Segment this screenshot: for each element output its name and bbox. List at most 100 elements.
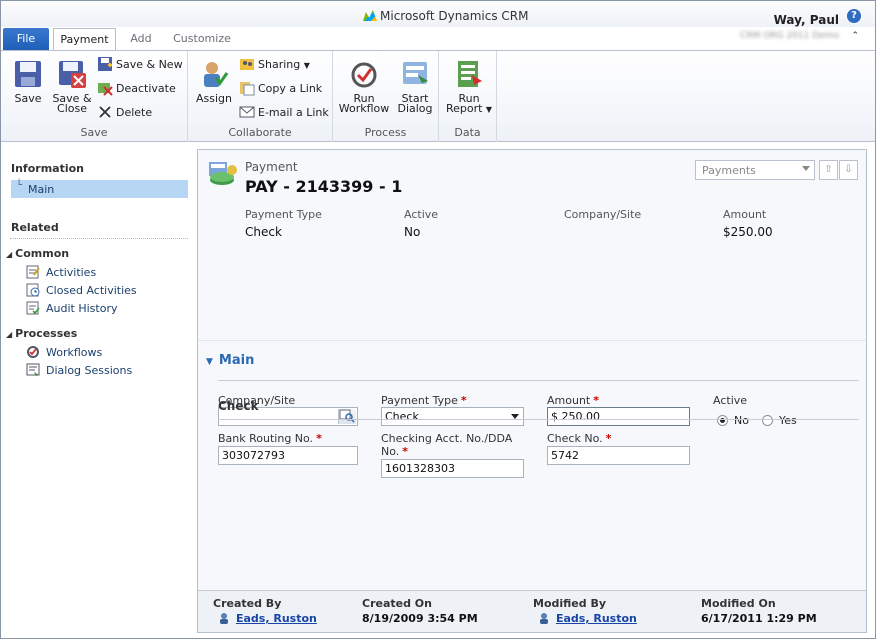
checking-acct-label-text: Checking Acct. No./DDA No. (381, 432, 513, 458)
delete-button[interactable]: Delete (97, 103, 152, 123)
down-arrow-icon: ⇩ (844, 164, 853, 175)
required-marker: * (316, 432, 322, 445)
save-new-button[interactable]: Save & New (97, 55, 183, 75)
check-section-title: Check (218, 399, 259, 413)
deactivate-label: Deactivate (116, 82, 176, 95)
header-payment-type-value: Check (245, 225, 282, 239)
run-workflow-button[interactable]: Run Workflow (337, 59, 391, 114)
nav-audit-history-label: Audit History (46, 302, 118, 315)
run-workflow-icon (351, 62, 377, 88)
run-report-dropdown-icon: ▼ (485, 105, 493, 114)
deactivate-icon (98, 83, 113, 96)
header-amount-value: $250.00 (723, 225, 773, 239)
sharing-button[interactable]: Sharing ▼ (239, 55, 310, 75)
nav-item-closed-activities[interactable]: Closed Activities (26, 283, 137, 297)
section-divider (218, 380, 859, 381)
checking-acct-input[interactable]: 1601328303 (381, 459, 524, 478)
up-arrow-icon: ⇧ (824, 164, 833, 175)
nav-item-workflows[interactable]: Workflows (26, 345, 102, 359)
copy-link-icon (240, 82, 255, 96)
data-group: Run Report ▼ Data (439, 51, 497, 142)
run-report-text: Run Report (445, 92, 483, 115)
run-workflow-label: Run Workflow (338, 92, 390, 115)
view-selector-value: Payments (702, 164, 756, 177)
header-active-label: Active (404, 208, 439, 221)
activities-icon (26, 265, 40, 279)
tab-add[interactable]: Add (119, 28, 163, 50)
nav-common-header[interactable]: ◢ Common (6, 247, 69, 260)
nav-item-dialog-sessions[interactable]: Dialog Sessions (26, 363, 132, 377)
save-label: Save (14, 92, 42, 105)
tab-payment[interactable]: Payment (53, 28, 116, 50)
assign-button[interactable]: Assign (195, 59, 233, 104)
email-link-button[interactable]: E-mail a Link (239, 103, 329, 123)
next-record-button[interactable]: ⇩ (839, 160, 858, 180)
tab-customize[interactable]: Customize (163, 28, 241, 50)
deactivate-button[interactable]: Deactivate (97, 79, 176, 99)
view-selector[interactable]: Payments (695, 160, 815, 180)
required-marker: * (460, 394, 467, 407)
sharing-label: Sharing (258, 58, 301, 71)
brand: Microsoft Dynamics CRM (363, 9, 528, 23)
expanded-triangle-icon: ▼ (206, 357, 213, 367)
record-form: Payment PAY - 2143399 - 1 Payments ⇧ ⇩ P… (197, 149, 867, 633)
modified-on-label: Modified On (701, 597, 776, 610)
nav-item-activities[interactable]: Activities (26, 265, 96, 279)
sharing-dropdown-icon: ▼ (303, 61, 310, 70)
start-dialog-button[interactable]: Start Dialog (393, 59, 437, 114)
copy-link-button[interactable]: Copy a Link (239, 79, 322, 99)
checking-acct-label: Checking Acct. No./DDA No. * (381, 432, 531, 458)
modified-by-label: Modified By (533, 597, 607, 610)
nav-item-audit-history[interactable]: Audit History (26, 301, 117, 315)
save-group-label: Save (80, 126, 108, 139)
checking-acct-value: 1601328303 (385, 462, 455, 475)
header-amount-label: Amount (723, 208, 767, 221)
save-new-icon (98, 57, 112, 71)
assign-icon (204, 62, 229, 87)
help-icon[interactable]: ? (847, 9, 861, 23)
active-radio-yes[interactable]: Yes (762, 414, 797, 427)
assign-label: Assign (196, 92, 232, 105)
required-marker: * (402, 445, 409, 458)
save-close-button[interactable]: Save & Close (51, 59, 93, 114)
nav-processes-header[interactable]: ◢ Processes (6, 327, 77, 340)
modified-by-link[interactable]: Eads, Ruston (538, 612, 637, 625)
bank-routing-input[interactable]: 303072793 (218, 446, 358, 465)
created-by-link[interactable]: Eads, Ruston (218, 612, 317, 625)
entity-type-label: Payment (245, 160, 298, 174)
microsoft-logo-icon (363, 10, 377, 21)
nav-related-header: Related (11, 221, 59, 234)
save-close-icon (59, 61, 86, 88)
sharing-icon (240, 59, 254, 70)
user-icon (540, 613, 548, 624)
active-yes-label: Yes (779, 414, 797, 427)
nav-divider (10, 238, 188, 239)
collapse-ribbon-icon[interactable]: ⌃ (851, 31, 859, 41)
bank-routing-label-text: Bank Routing No. (218, 432, 314, 445)
run-report-button[interactable]: Run Report ▼ (444, 59, 494, 115)
nav-dialog-sessions-label: Dialog Sessions (46, 364, 133, 377)
nav-item-main[interactable]: └ Main (11, 180, 188, 198)
active-radio-no[interactable]: No (717, 414, 749, 427)
section-main-toggle[interactable]: ▼ Main (206, 353, 254, 368)
tree-connector-icon: └ (16, 180, 23, 191)
form-body: ▼ Main Company/Site Payment Type * Check A… (198, 340, 866, 590)
crm-window: Microsoft Dynamics CRM Way, Paul ? CRM O… (0, 0, 876, 639)
tab-file[interactable]: File (3, 28, 49, 50)
header-active-value: No (404, 225, 421, 239)
dialog-sessions-icon (26, 363, 40, 376)
check-no-input[interactable]: 5742 (547, 446, 690, 465)
previous-record-button[interactable]: ⇧ (819, 160, 838, 180)
check-section-divider (218, 419, 859, 420)
workflows-icon (27, 346, 39, 358)
lookup-magnifier-icon (339, 409, 355, 423)
modified-by-value: Eads, Ruston (556, 612, 637, 625)
user-name[interactable]: Way, Paul (774, 13, 839, 27)
expanded-triangle-icon: ◢ (6, 330, 13, 339)
bank-routing-value: 303072793 (222, 449, 285, 462)
amount-label-text: Amount (547, 394, 591, 407)
copy-link-label: Copy a Link (258, 82, 323, 95)
record-title: PAY - 2143399 - 1 (245, 177, 403, 196)
active-label: Active (713, 394, 748, 407)
nav-item-main-label: Main (28, 183, 55, 196)
